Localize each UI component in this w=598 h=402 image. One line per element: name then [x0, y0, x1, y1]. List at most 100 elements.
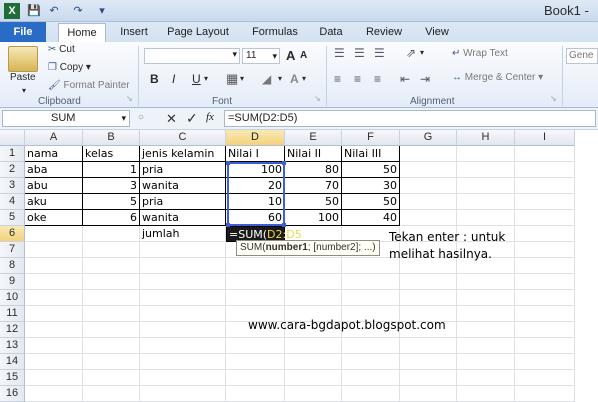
cell-i8[interactable]: [515, 258, 575, 274]
cell-e1[interactable]: Nilai II: [285, 146, 342, 162]
cell-b9[interactable]: [83, 274, 140, 290]
cell-h13[interactable]: [457, 338, 515, 354]
cell-d13[interactable]: [226, 338, 285, 354]
cell-c5[interactable]: wanita: [140, 210, 226, 226]
row-header-6[interactable]: 6: [0, 226, 25, 242]
format-painter-button[interactable]: 🖌 Format Painter: [48, 80, 130, 91]
column-header-b[interactable]: B: [83, 130, 140, 146]
cell-e14[interactable]: [285, 354, 342, 370]
font-launcher-icon[interactable]: ↘: [314, 94, 321, 103]
cut-button[interactable]: ✂ Cut: [48, 44, 75, 55]
cell-i13[interactable]: [515, 338, 575, 354]
number-format-select[interactable]: Gene: [566, 48, 598, 64]
tab-view[interactable]: View: [418, 23, 456, 42]
grow-font-button[interactable]: A: [286, 48, 295, 63]
cell-a3[interactable]: abu: [25, 178, 83, 194]
orientation-dropdown-icon[interactable]: ▾: [420, 48, 424, 57]
enter-icon[interactable]: ✓: [186, 110, 198, 127]
cell-b10[interactable]: [83, 290, 140, 306]
clipboard-launcher-icon[interactable]: ↘: [126, 94, 133, 103]
cell-b7[interactable]: [83, 242, 140, 258]
cell-c13[interactable]: [140, 338, 226, 354]
cell-f2[interactable]: 50: [342, 162, 400, 178]
cell-h14[interactable]: [457, 354, 515, 370]
column-header-d[interactable]: D: [226, 130, 285, 146]
row-header-3[interactable]: 3: [0, 178, 25, 194]
cell-i12[interactable]: [515, 322, 575, 338]
cell-g9[interactable]: [400, 274, 457, 290]
cell-i14[interactable]: [515, 354, 575, 370]
cell-f4[interactable]: 50: [342, 194, 400, 210]
cell-e16[interactable]: [285, 386, 342, 402]
cell-a1[interactable]: nama: [25, 146, 83, 162]
cell-e13[interactable]: [285, 338, 342, 354]
align-middle-icon[interactable]: ☰: [354, 46, 365, 60]
cell-b12[interactable]: [83, 322, 140, 338]
cell-a8[interactable]: [25, 258, 83, 274]
wrap-text-button[interactable]: ↵ Wrap Text: [452, 48, 508, 59]
row-header-5[interactable]: 5: [0, 210, 25, 226]
cell-f5[interactable]: 40: [342, 210, 400, 226]
paste-icon[interactable]: [8, 46, 38, 72]
underline-dropdown-icon[interactable]: ▾: [204, 74, 208, 83]
cell-d1[interactable]: Nilai I: [226, 146, 285, 162]
cell-c12[interactable]: [140, 322, 226, 338]
borders-dropdown-icon[interactable]: ▾: [240, 74, 244, 83]
row-header-16[interactable]: 16: [0, 386, 25, 402]
row-header-9[interactable]: 9: [0, 274, 25, 290]
cell-c10[interactable]: [140, 290, 226, 306]
cell-b11[interactable]: [83, 306, 140, 322]
cell-g1[interactable]: [400, 146, 457, 162]
cell-b15[interactable]: [83, 370, 140, 386]
cell-c1[interactable]: jenis kelamin: [140, 146, 226, 162]
save-icon[interactable]: 💾: [26, 3, 42, 19]
cell-i10[interactable]: [515, 290, 575, 306]
cell-e2[interactable]: 80: [285, 162, 342, 178]
cell-i9[interactable]: [515, 274, 575, 290]
cell-a5[interactable]: oke: [25, 210, 83, 226]
merge-center-button[interactable]: ↔ Merge & Center ▾: [452, 72, 543, 83]
column-header-h[interactable]: H: [457, 130, 515, 146]
cell-g2[interactable]: [400, 162, 457, 178]
cell-g16[interactable]: [400, 386, 457, 402]
cell-a14[interactable]: [25, 354, 83, 370]
cell-h3[interactable]: [457, 178, 515, 194]
row-header-13[interactable]: 13: [0, 338, 25, 354]
cell-h9[interactable]: [457, 274, 515, 290]
range-handle-icon[interactable]: [226, 161, 230, 165]
cell-g13[interactable]: [400, 338, 457, 354]
cell-a6[interactable]: [25, 226, 83, 242]
font-name-select[interactable]: ▾: [144, 48, 240, 64]
cell-i11[interactable]: [515, 306, 575, 322]
underline-button[interactable]: U: [192, 72, 201, 86]
cell-h1[interactable]: [457, 146, 515, 162]
font-color-icon[interactable]: A: [290, 72, 299, 86]
cell-h10[interactable]: [457, 290, 515, 306]
cell-i6[interactable]: [515, 226, 575, 242]
cell-c14[interactable]: [140, 354, 226, 370]
range-handle-icon[interactable]: [226, 223, 230, 227]
cell-e9[interactable]: [285, 274, 342, 290]
row-header-10[interactable]: 10: [0, 290, 25, 306]
cell-e15[interactable]: [285, 370, 342, 386]
cell-b8[interactable]: [83, 258, 140, 274]
cell-g4[interactable]: [400, 194, 457, 210]
cell-g14[interactable]: [400, 354, 457, 370]
column-header-g[interactable]: G: [400, 130, 457, 146]
font-color-dropdown-icon[interactable]: ▾: [302, 74, 306, 83]
cell-f16[interactable]: [342, 386, 400, 402]
column-header-f[interactable]: F: [342, 130, 400, 146]
cell-b13[interactable]: [83, 338, 140, 354]
row-header-15[interactable]: 15: [0, 370, 25, 386]
cell-e10[interactable]: [285, 290, 342, 306]
font-size-select[interactable]: 11 ▾: [242, 48, 280, 64]
alignment-launcher-icon[interactable]: ↘: [550, 94, 557, 103]
undo-icon[interactable]: ↶: [46, 3, 62, 19]
cell-g15[interactable]: [400, 370, 457, 386]
cell-b2[interactable]: 1: [83, 162, 140, 178]
row-header-14[interactable]: 14: [0, 354, 25, 370]
column-header-a[interactable]: A: [25, 130, 83, 146]
cell-e5[interactable]: 100: [285, 210, 342, 226]
name-box[interactable]: SUM ▾: [2, 110, 130, 127]
cell-i2[interactable]: [515, 162, 575, 178]
